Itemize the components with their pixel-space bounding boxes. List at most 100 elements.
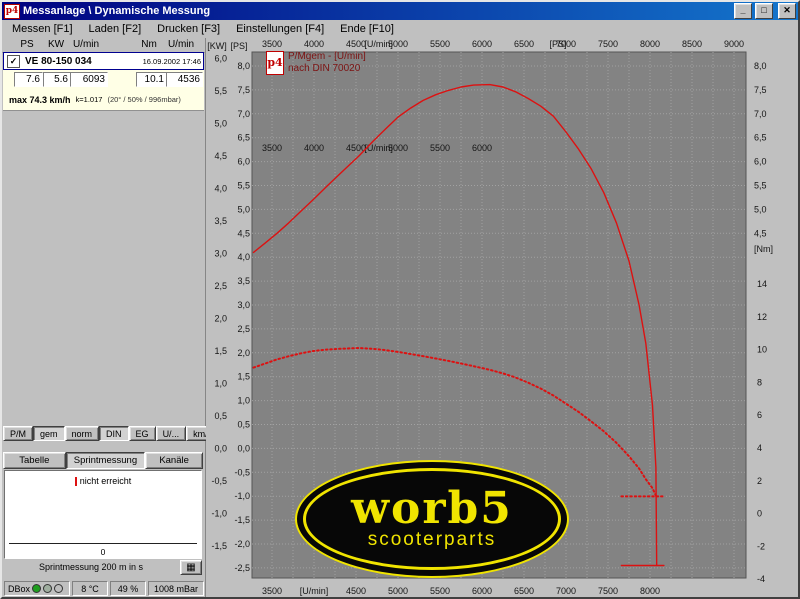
sprint-panel: nicht erreicht 0 [4,470,202,559]
sprint-detail-icon: ▦ [186,562,195,573]
kw-tick: -0,5 [211,476,227,486]
kw-tick: 4,5 [214,151,227,161]
measurement-name: VE 80-150 034 [25,56,143,67]
sprint-zero-label: 0 [5,547,201,557]
sprint-detail-button[interactable]: ▦ [180,560,202,575]
menu-item-einstellungen[interactable]: Einstellungen [F4] [228,22,332,36]
kw-tick: -1,5 [211,541,227,551]
ps-tick: 2,0 [237,348,250,358]
tab-kanaele[interactable]: Kanäle [145,452,203,469]
led-indicator-3 [54,584,63,593]
col-kw: KW [45,39,67,50]
nm-tick: 6 [757,410,762,420]
ps-tick: 0,0 [237,443,250,453]
menu-item-ende[interactable]: Ende [F10] [332,22,402,36]
nm-tick: -2 [757,541,765,551]
sprint-caption: Sprintmessung 200 m in s [4,562,178,572]
x-tick-top: 9000 [724,39,744,49]
window-title: Messanlage \ Dynamische Messung [23,5,731,17]
measurement-extra: max 74.3 km/h k=1.017 (20° / 50% / 996mb… [3,91,204,108]
status-device-cell: DBox [4,581,70,596]
ps-tick: 3,0 [237,300,250,310]
x-tick-top: 3500 [262,39,282,49]
sprint-status: nicht erreicht [5,476,201,486]
sprint-axis-line [9,543,197,544]
right-ps-tick: 6,5 [754,133,767,143]
ps-tick: 7,5 [237,85,250,95]
tab-tabelle[interactable]: Tabelle [3,452,66,469]
unit-button-gem[interactable]: gem [33,426,65,441]
sprint-status-text: nicht erreicht [80,476,132,486]
col-rpm-ps: U/min [68,39,104,50]
maximize-button[interactable]: □ [755,3,773,19]
x-tick-bottom: 4500 [346,586,366,596]
unit-button-din[interactable]: DIN [99,426,129,441]
measurement-row[interactable]: ✓ VE 80-150 034 16.09.2002 17:46 [3,52,204,70]
chart-panel: 3500400045005000550060006500700075008000… [206,38,798,597]
x-axis-unit-label: [U/min] [364,39,393,49]
nm-tick: -4 [757,574,765,584]
kw-tick: 4,0 [214,183,227,193]
ps-tick: -1,5 [234,515,250,525]
column-header: PS KW U/min Nm U/min [2,38,205,53]
x-tick-bottom: 3500 [262,586,282,596]
ps-tick: 7,0 [237,109,250,119]
ps-tick: -1,0 [234,491,250,501]
x-tick-bottom: 6500 [514,586,534,596]
ps-tick: 2,5 [237,324,250,334]
ps-axis-label: [PS] [230,41,247,51]
ps-tick: -2,5 [234,563,250,573]
tab-sprintmessung[interactable]: Sprintmessung [66,452,146,469]
ps-tick: 1,0 [237,396,250,406]
menu-item-drucken[interactable]: Drucken [F3] [149,22,228,36]
max-speed-label: max 74.3 km/h [9,95,71,105]
worb5-logo: worb5 scooterparts [295,460,569,578]
minimize-button[interactable]: _ [734,3,752,19]
measurement-checkbox[interactable]: ✓ [7,55,20,68]
measurement-datetime: 16.09.2002 17:46 [143,57,201,66]
sprint-caption-row: Sprintmessung 200 m in s ▦ [4,560,202,576]
right-ps-tick: 7,0 [754,109,767,119]
unit-button-norm[interactable]: norm [65,426,100,441]
right-ps-tick: 4,5 [754,228,767,238]
app-window: p4 Messanlage \ Dynamische Messung _ □ ✕… [0,0,800,599]
tab-row: Tabelle Sprintmessung Kanäle [3,452,203,469]
ps-tick: 6,0 [237,157,250,167]
x-tick-top: 8000 [640,39,660,49]
close-button[interactable]: ✕ [778,3,796,19]
unit-button-row: P/M gem norm DIN EG U/... km/h [3,426,203,441]
ps-tick: 1,5 [237,372,250,382]
x-tick-top: 6000 [472,39,492,49]
x-tick-top: 8500 [682,39,702,49]
x-tick-bottom: 7000 [556,586,576,596]
ps-tick: 5,0 [237,204,250,214]
nm-tick: 14 [757,279,767,289]
conditions-label: (20° / 50% / 996mbar) [107,95,180,104]
p4-legend-icon: p4 [266,51,284,75]
nm-tick: 8 [757,377,762,387]
nm-tick: 0 [757,509,762,519]
led-indicator-2 [43,584,52,593]
nm-tick: 2 [757,476,762,486]
x-axis-unit-label: [U/min] [300,586,329,596]
measurement-panel: PS KW U/min Nm U/min ✓ VE 80-150 034 16.… [2,38,206,597]
x-tick-top: 6500 [514,39,534,49]
menu-item-laden[interactable]: Laden [F2] [81,22,150,36]
kw-tick: 5,5 [214,86,227,96]
col-rpm-nm: U/min [162,39,200,50]
right-ps-tick: 6,0 [754,157,767,167]
check-icon: ✓ [10,56,18,66]
x-tick-bottom: 5500 [430,586,450,596]
unit-button-u[interactable]: U/... [156,426,187,441]
logo-subtext: scooterparts [368,530,497,550]
unit-button-eg[interactable]: EG [129,426,156,441]
unit-button-pm[interactable]: P/M [3,426,33,441]
nm-axis-label: [Nm] [754,244,773,254]
limit-marker-icon [75,477,77,486]
status-humidity: 49 % [110,581,146,596]
menu-item-messen[interactable]: Messen [F1] [4,22,81,36]
right-ps-tick: 7,5 [754,85,767,95]
x-tick-top: 7500 [598,39,618,49]
legend-title: P/Mgem - [U/min] [288,51,366,63]
device-label: DBox [8,584,30,594]
